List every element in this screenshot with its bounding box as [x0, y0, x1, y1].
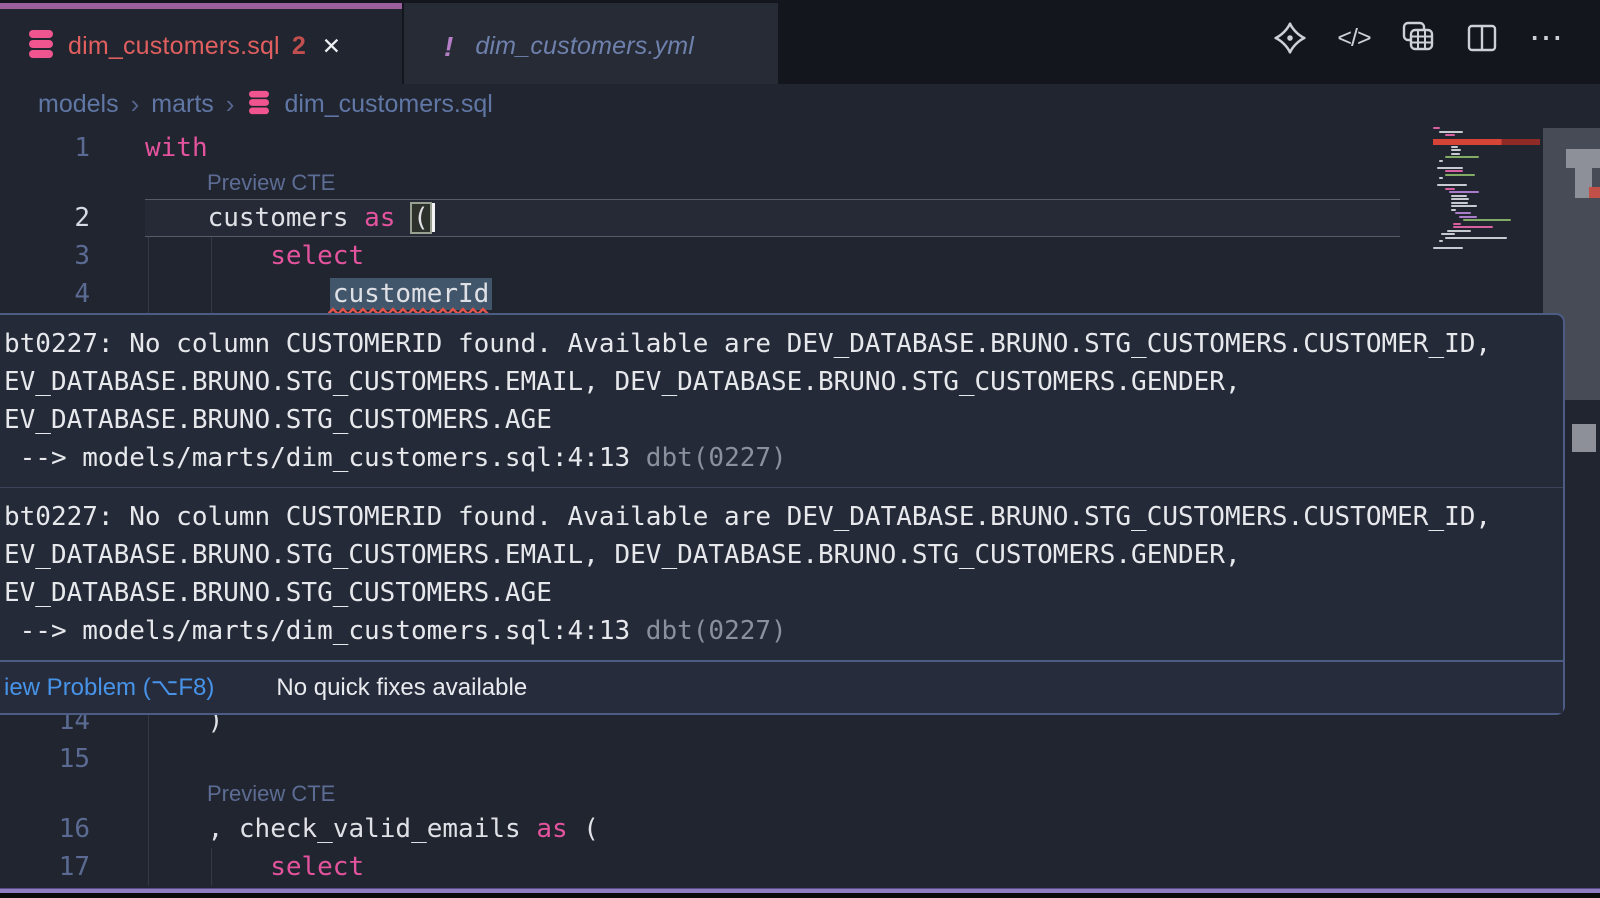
- breadcrumb-item-marts[interactable]: marts: [151, 90, 214, 119]
- breadcrumb-item-models[interactable]: models: [38, 90, 119, 119]
- problem-message-line: EV_DATABASE.BRUNO.STG_CUSTOMERS.EMAIL, D…: [4, 536, 1545, 574]
- modified-count-badge: 2: [292, 32, 306, 61]
- text-cursor: [432, 203, 435, 232]
- line-number[interactable]: 2: [0, 199, 90, 237]
- code-text: customerId: [145, 275, 489, 313]
- problem-message-line: --> models/marts/dim_customers.sql:4:13 …: [4, 439, 1545, 477]
- problem-message-line: --> models/marts/dim_customers.sql:4:13 …: [4, 612, 1545, 650]
- more-actions-icon[interactable]: ⋯: [1528, 20, 1564, 56]
- window-bottom-gap: [0, 893, 1600, 898]
- problem-messages: bt0227: No column CUSTOMERID found. Avai…: [0, 315, 1563, 660]
- code-line-3[interactable]: 3 select: [0, 237, 1600, 275]
- editor-window: dim_customers.sql 2 ✕ ! dim_customers.ym…: [0, 0, 1600, 898]
- tab-dim-customers-sql[interactable]: dim_customers.sql 2 ✕: [0, 3, 402, 84]
- overview-ruler-mark: [1566, 149, 1600, 168]
- problem-code: dbt(0227): [646, 443, 787, 473]
- line-number[interactable]: 15: [0, 740, 90, 778]
- code-line-1[interactable]: 1 with: [0, 129, 1600, 167]
- tab-bar: dim_customers.sql 2 ✕ ! dim_customers.ym…: [0, 0, 1600, 84]
- problem-code: dbt(0227): [646, 616, 787, 646]
- line-number[interactable]: 4: [0, 275, 90, 313]
- code-text: customers as (: [145, 199, 435, 237]
- overview-ruler-error-mark: [1589, 187, 1600, 198]
- editor-actions: </> ⋯: [1272, 20, 1564, 56]
- problem-message-line: bt0227: No column CUSTOMERID found. Avai…: [4, 498, 1545, 536]
- code-line-2[interactable]: 2 customers as (: [0, 199, 1600, 237]
- warning-icon: !: [444, 31, 453, 63]
- tab-label: dim_customers.yml: [475, 32, 694, 61]
- code-lines-top: 1 withPreview CTE2 customers as ( 3 select 4 c…: [0, 129, 1600, 313]
- chevron-right-icon: ›: [131, 89, 140, 120]
- split-editor-icon[interactable]: [1464, 20, 1500, 56]
- error-token-highlight: customerId: [330, 278, 493, 310]
- code-text: select: [145, 237, 364, 275]
- problem-message-line: EV_DATABASE.BRUNO.STG_CUSTOMERS.AGE: [4, 401, 1545, 439]
- database-icon: [248, 90, 270, 119]
- problem-message-block: bt0227: No column CUSTOMERID found. Avai…: [0, 315, 1563, 487]
- problem-message-line: EV_DATABASE.BRUNO.STG_CUSTOMERS.AGE: [4, 574, 1545, 612]
- code-line-17[interactable]: 17 select: [0, 848, 1600, 886]
- indent-guide: [148, 778, 149, 810]
- close-icon[interactable]: ✕: [322, 33, 341, 60]
- line-number[interactable]: 1: [0, 129, 90, 167]
- database-icon: [28, 29, 54, 64]
- problem-message-line: bt0227: No column CUSTOMERID found. Avai…: [4, 325, 1545, 363]
- problem-message-block: bt0227: No column CUSTOMERID found. Avai…: [0, 487, 1563, 660]
- code-lines-bottom: 14)15Preview CTE16, check_valid_emails a…: [0, 702, 1600, 886]
- bracket-match: (: [411, 203, 431, 233]
- problem-message-line: EV_DATABASE.BRUNO.STG_CUSTOMERS.EMAIL, D…: [4, 363, 1545, 401]
- line-number[interactable]: 3: [0, 237, 90, 275]
- code-text: with: [145, 129, 208, 167]
- hover-footer: iew Problem (⌥F8) No quick fixes availab…: [0, 660, 1563, 713]
- overview-ruler-mark: [1572, 424, 1596, 452]
- code-text: select: [145, 848, 364, 886]
- breadcrumb-item-file[interactable]: dim_customers.sql: [284, 90, 492, 119]
- line-number[interactable]: 16: [0, 810, 90, 848]
- code-lens-preview-cte[interactable]: Preview CTE: [0, 167, 1600, 199]
- minimap[interactable]: [1433, 127, 1540, 251]
- minimap-error-line: [1433, 139, 1540, 145]
- minimap-line: [1433, 134, 1540, 138]
- compile-code-icon[interactable]: </>: [1336, 20, 1372, 56]
- problem-hover-panel: bt0227: No column CUSTOMERID found. Avai…: [0, 313, 1565, 715]
- code-lens-preview-cte[interactable]: Preview CTE: [0, 778, 1600, 810]
- code-line-15[interactable]: 15: [0, 740, 1600, 778]
- dbt-logo-icon[interactable]: [1272, 20, 1308, 56]
- breadcrumb: models › marts › dim_customers.sql: [0, 84, 1600, 124]
- minimap-line: [1433, 247, 1540, 251]
- tab-label: dim_customers.sql: [68, 32, 280, 61]
- code-line-16[interactable]: 16 , check_valid_emails as (: [0, 810, 1600, 848]
- indent-guide: [148, 740, 149, 778]
- chevron-right-icon: ›: [226, 89, 235, 120]
- line-number[interactable]: 17: [0, 848, 90, 886]
- code-text: , check_valid_emails as (: [145, 810, 599, 848]
- preview-results-icon[interactable]: [1400, 20, 1436, 56]
- tab-dim-customers-yml[interactable]: ! dim_customers.yml: [404, 3, 778, 84]
- view-problem-link[interactable]: iew Problem (⌥F8): [4, 673, 214, 702]
- code-line-4[interactable]: 4 customerId: [0, 275, 1600, 313]
- quick-fix-status: No quick fixes available: [276, 674, 527, 702]
